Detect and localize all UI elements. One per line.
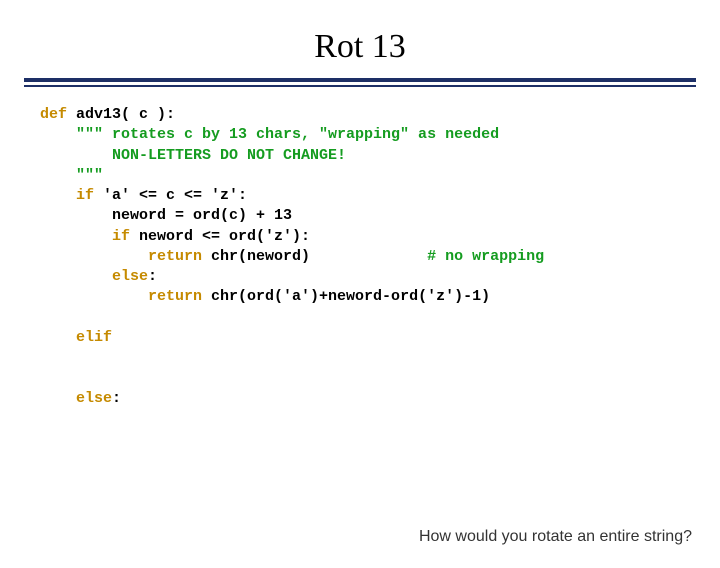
kw-return-1: return: [40, 248, 202, 265]
return-2-expr: chr(ord('a')+neword-ord('z')-1): [202, 288, 490, 305]
fn-name: adv13( c ):: [67, 106, 175, 123]
footer-question: How would you rotate an entire string?: [419, 528, 692, 546]
docstring-open: """ rotates c by 13 chars, "wrapping" as…: [40, 126, 499, 143]
docstring-close: """: [40, 167, 103, 184]
kw-return-2: return: [40, 288, 202, 305]
kw-else-inner: else: [40, 268, 148, 285]
if-inner-cond: neword <= ord('z'):: [130, 228, 310, 245]
blank-line: [40, 349, 49, 366]
blank-line: [40, 369, 49, 386]
docstring-line: NON-LETTERS DO NOT CHANGE!: [40, 147, 346, 164]
return-1-expr: chr(neword): [202, 248, 310, 265]
rule-thick: [24, 78, 696, 82]
code-block: def adv13( c ): """ rotates c by 13 char…: [40, 105, 680, 409]
if-cond: 'a' <= c <= 'z':: [94, 187, 247, 204]
kw-if: if: [40, 187, 94, 204]
else-outer-colon: :: [112, 390, 121, 407]
else-colon: :: [148, 268, 157, 285]
kw-else-outer: else: [40, 390, 112, 407]
kw-def: def: [40, 106, 67, 123]
kw-if-inner: if: [40, 228, 130, 245]
assign-line: neword = ord(c) + 13: [40, 207, 292, 224]
slide-title: Rot 13: [0, 28, 720, 66]
comment-no-wrapping: # no wrapping: [310, 248, 544, 265]
kw-elif: elif: [40, 329, 112, 346]
blank-line: [40, 309, 49, 326]
title-underline: [24, 78, 696, 87]
rule-thin: [24, 85, 696, 87]
